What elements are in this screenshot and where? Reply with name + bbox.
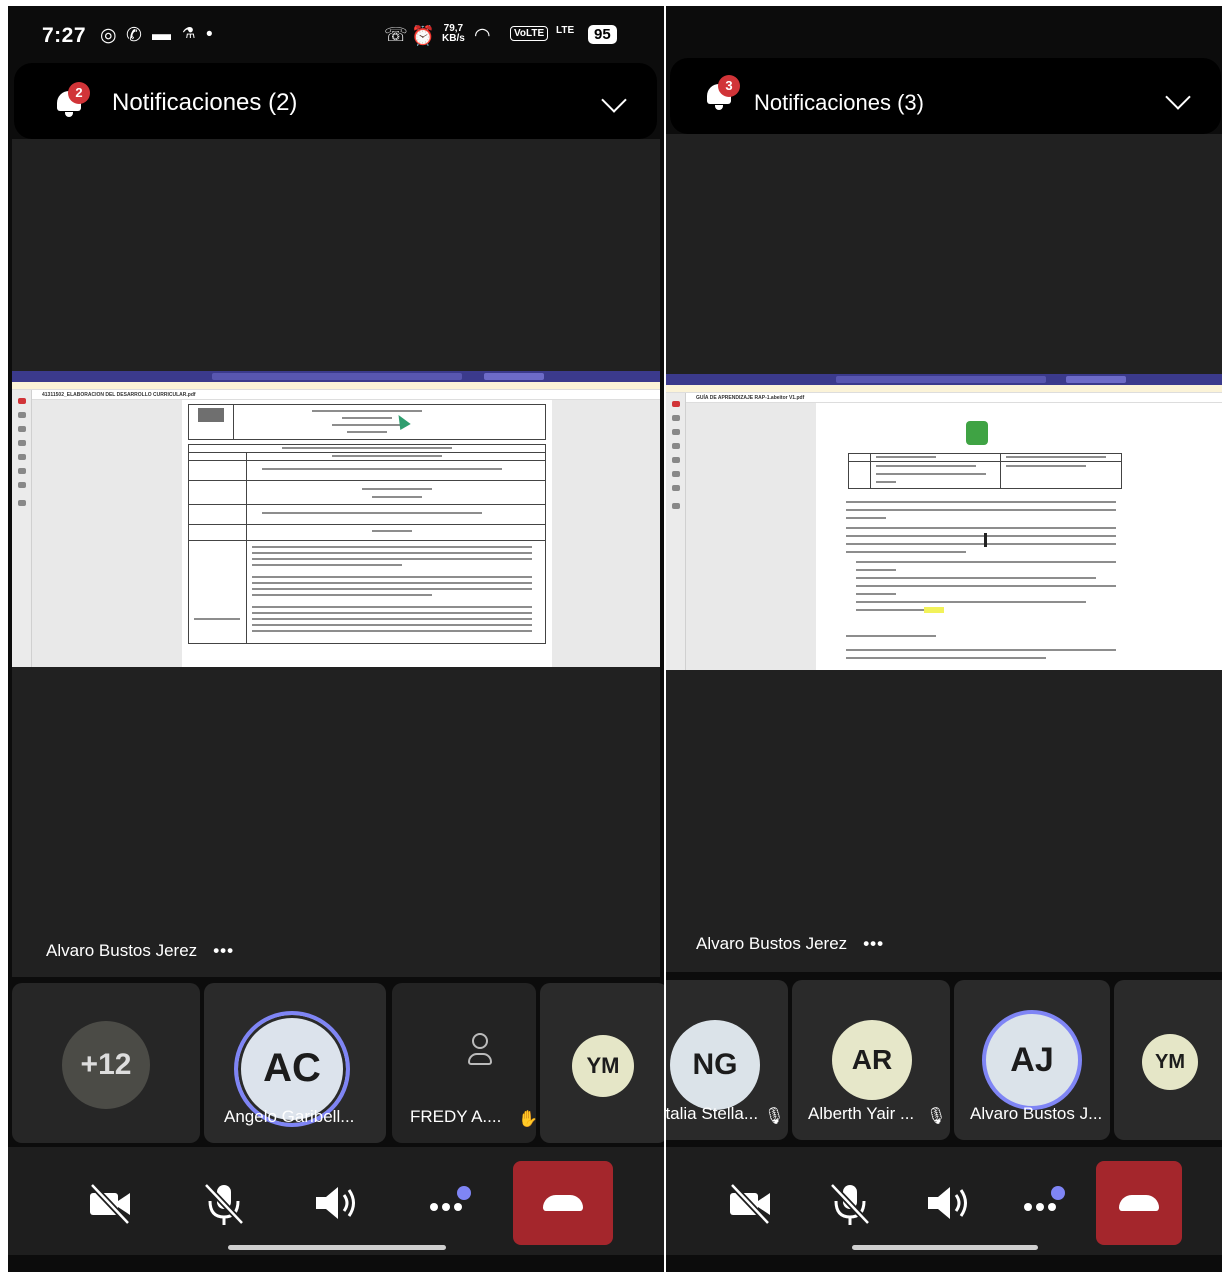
home-indicator[interactable] [228,1245,446,1250]
speaker-name: Alvaro Bustos Jerez [46,941,198,960]
status-time: 7:27 [42,24,87,47]
hangup-button[interactable] [1096,1161,1182,1245]
participant-tile[interactable]: AR Alberth Yair ... 🎙 [792,980,950,1140]
notifications-title: Notificaciones (2) [112,89,298,116]
storage-icon: ▬ [152,24,171,45]
lte-indicator: LTE [556,25,575,36]
notifications-banner[interactable]: 2 Notificaciones (2) [14,63,657,139]
participant-name: Alvaro Bustos J... [970,1104,1103,1123]
shared-file-name: 41311502_ELABORACION DEL DESARROLLO CURR… [32,390,660,400]
participant-tile[interactable]: AC Angelo Garibell... [204,983,386,1143]
participant-name: FREDY A.... [410,1107,502,1126]
avatar: YM [572,1035,634,1097]
document-page [182,400,552,667]
chevron-down-icon[interactable] [1165,84,1191,110]
more-icon[interactable] [424,1177,476,1229]
document-viewer [686,403,1222,670]
volte-badge: VoLTE [510,26,549,41]
hangup-button[interactable] [513,1161,613,1245]
dot-icon: • [206,24,213,45]
main-video-stage: 41311502_ELABORACION DEL DESARROLLO CURR… [12,139,660,977]
lab-icon: ⚗ [182,25,196,42]
participant-tile[interactable]: FREDY A.... ✋ [392,983,536,1143]
notifications-banner[interactable]: 3 Notificaciones (3) [670,58,1221,134]
speaker-name: Alvaro Bustos Jerez [696,934,848,953]
avatar: YM [1142,1034,1198,1090]
camera-off-icon[interactable] [724,1177,776,1229]
call-sound-icon: ☏ [384,25,408,46]
notification-count-badge: 3 [718,75,740,97]
participant-strip: NG atalia Stella... 🎙 AR Alberth Yair ..… [666,980,1222,1140]
hangup-icon [1119,1195,1159,1211]
participant-strip: +12 AC Angelo Garibell... FREDY A.... ✋ … [12,983,664,1143]
shared-app-sidebar [666,393,686,670]
speaker-more-button[interactable]: ••• [213,941,234,960]
highlight [924,607,944,613]
notifications-title: Notificaciones (3) [754,90,924,115]
speaker-more-button[interactable]: ••• [863,934,884,953]
mic-off-icon: 🎙 [764,1108,785,1125]
active-speaker-label: Alvaro Bustos Jerez ••• [46,941,234,961]
mic-off-icon[interactable] [824,1177,876,1229]
hand-raised-icon: ✋ [518,1111,536,1128]
chevron-down-icon[interactable] [601,87,627,113]
sena-logo [966,421,988,445]
mic-off-icon: 🎙 [926,1108,947,1125]
call-control-bar [8,1147,664,1255]
participant-name: atalia Stella... [666,1104,759,1123]
screen-share[interactable]: GUÍA DE APRENDIZAJE RAP-1.abeitor V1.pdf [666,374,1222,670]
shared-window-titlebar [666,374,1222,385]
shared-warning-bar [666,385,1222,393]
screen-share[interactable]: 41311502_ELABORACION DEL DESARROLLO CURR… [12,371,660,667]
speaker-icon[interactable] [310,1177,362,1229]
whatsapp-icon: ◎ [100,25,117,46]
active-speaker-label: Alvaro Bustos Jerez ••• [696,934,884,954]
participant-tile[interactable]: AJ Alvaro Bustos J... [954,980,1110,1140]
participant-name: Angelo Garibell... [224,1107,355,1126]
shared-warning-bar [12,382,660,390]
camera-off-icon[interactable] [84,1177,136,1229]
avatar: AR [832,1020,912,1100]
participant-tile[interactable]: NG atalia Stella... 🎙 [666,980,788,1140]
participant-tile-overflow[interactable]: +12 [12,983,200,1143]
bell-icon: 3 [704,75,740,110]
status-bar: 7:27 ◎ ✆ ▬ ⚗ • ☏ ⏰ 79,7 KB/s ◠ VoLTE LTE … [8,6,664,62]
bell-icon: 2 [54,82,90,117]
participant-tile[interactable]: YM [540,983,664,1143]
battery-indicator: 95 [588,25,617,44]
text-cursor-icon [984,533,987,547]
participant-name: Alberth Yair ... [808,1104,915,1123]
speaker-icon[interactable] [922,1177,974,1229]
hangup-icon [543,1195,583,1211]
network-speed: 79,7 KB/s [442,23,465,44]
shared-file-name: GUÍA DE APRENDIZAJE RAP-1.abeitor V1.pdf [686,393,1222,403]
home-indicator[interactable] [852,1245,1038,1250]
call-control-bar [666,1147,1222,1255]
phone-icon: ✆ [126,25,142,46]
alarm-icon: ⏰ [411,26,435,47]
right-phone-screen: 3 Notificaciones (3) GUÍA DE APRENDIZAJE… [666,6,1222,1272]
left-phone-screen: 7:27 ◎ ✆ ▬ ⚗ • ☏ ⏰ 79,7 KB/s ◠ VoLTE LTE … [8,6,664,1272]
shared-window-titlebar [12,371,660,382]
more-icon[interactable] [1018,1177,1070,1229]
main-video-stage: GUÍA DE APRENDIZAJE RAP-1.abeitor V1.pdf [666,134,1222,972]
person-icon [472,1033,488,1049]
mic-off-icon[interactable] [198,1177,250,1229]
avatar: AJ [982,1010,1082,1110]
avatar: +12 [62,1021,150,1109]
wifi-icon: ◠ [474,25,491,46]
shared-app-sidebar [12,390,32,667]
notification-count-badge: 2 [68,82,90,104]
document-page [816,403,1222,670]
document-viewer [32,400,660,667]
participant-tile[interactable]: YM [1114,980,1222,1140]
avatar: NG [670,1020,760,1110]
